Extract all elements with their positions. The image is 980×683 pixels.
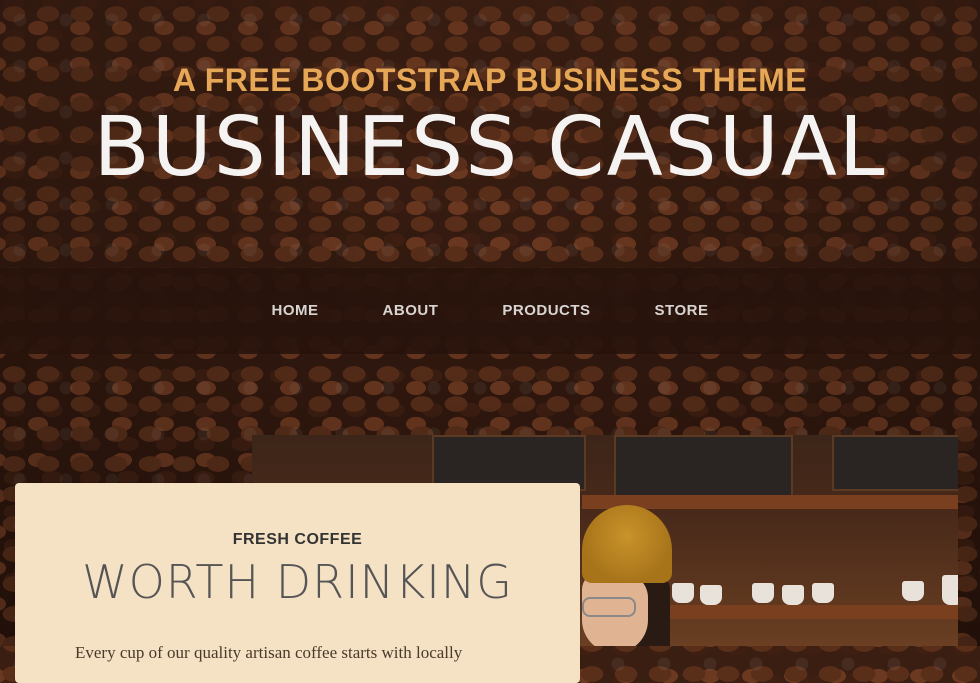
chalkboard-3 [832,435,958,491]
cup [812,583,834,603]
chalkboard-2 [614,435,793,497]
main-nav: Home About Products Store [0,268,980,354]
nav-item-home[interactable]: Home [272,302,319,319]
cup [700,585,722,605]
site-heading-lower: Business Casual [93,100,887,195]
nav-item-products[interactable]: Products [502,302,590,319]
nav-item-store[interactable]: Store [655,302,709,319]
site-heading-upper: A Free Bootstrap Business Theme [172,62,808,98]
intro-paragraph: Every cup of our quality artisan coffee … [75,643,463,662]
cup [672,583,694,603]
site-heading: A Free Bootstrap Business Theme Business… [0,62,980,189]
cup [752,583,774,603]
shelf-bottom [652,605,958,619]
intro-upper: Fresh Coffee [232,531,363,548]
intro-card: Fresh Coffee Worth Drinking Every cup of… [15,483,580,683]
intro-lower: Worth Drinking [82,555,513,609]
person-glasses [582,597,636,617]
cup [782,585,804,605]
person-hat [582,505,672,583]
cup [902,581,924,601]
cup [942,575,958,605]
nav-item-about[interactable]: About [383,302,439,319]
